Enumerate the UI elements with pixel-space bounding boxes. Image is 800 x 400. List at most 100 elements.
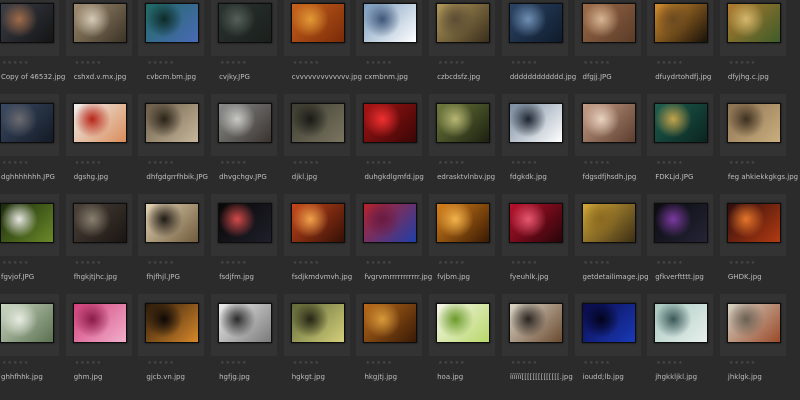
image-thumbnail[interactable] bbox=[436, 103, 491, 143]
thumbnail-tile[interactable] bbox=[356, 294, 423, 356]
rating-stars[interactable]: ★★★★★ bbox=[293, 60, 320, 66]
thumbnail-tile[interactable] bbox=[65, 294, 132, 356]
rating-stars[interactable]: ★★★★★ bbox=[438, 260, 465, 266]
thumbnail-item[interactable]: ★★★★★ hoa.jpg bbox=[429, 294, 496, 393]
rating-stars[interactable]: ★★★★★ bbox=[2, 60, 29, 66]
image-thumbnail[interactable] bbox=[218, 303, 273, 343]
thumbnail-item[interactable]: ★★★★★ djkl.jpg bbox=[283, 94, 350, 193]
thumbnail-tile[interactable] bbox=[501, 294, 568, 356]
image-thumbnail[interactable] bbox=[290, 203, 345, 243]
thumbnail-item[interactable]: ★★★★★ cvjky.JPG bbox=[211, 0, 278, 93]
thumbnail-tile[interactable] bbox=[65, 0, 132, 56]
thumbnail-tile[interactable] bbox=[283, 0, 350, 56]
thumbnail-item[interactable]: ★★★★★ fhgkjtjhc.jpg bbox=[65, 194, 132, 293]
thumbnail-tile[interactable] bbox=[283, 194, 350, 256]
rating-stars[interactable]: ★★★★★ bbox=[293, 160, 320, 166]
image-thumbnail[interactable] bbox=[290, 103, 345, 143]
image-thumbnail[interactable] bbox=[145, 3, 200, 43]
rating-stars[interactable]: ★★★★★ bbox=[147, 260, 174, 266]
rating-stars[interactable]: ★★★★★ bbox=[656, 360, 683, 366]
image-thumbnail[interactable] bbox=[581, 303, 636, 343]
rating-stars[interactable]: ★★★★★ bbox=[656, 160, 683, 166]
image-thumbnail[interactable] bbox=[363, 103, 418, 143]
thumbnail-tile[interactable] bbox=[0, 94, 59, 156]
image-thumbnail[interactable] bbox=[726, 303, 781, 343]
thumbnail-tile[interactable] bbox=[211, 0, 278, 56]
image-thumbnail[interactable] bbox=[218, 203, 273, 243]
rating-stars[interactable]: ★★★★★ bbox=[365, 160, 392, 166]
image-thumbnail[interactable] bbox=[581, 203, 636, 243]
image-thumbnail[interactable] bbox=[290, 3, 345, 43]
thumbnail-item[interactable]: ★★★★★ fsdjfm.jpg bbox=[211, 194, 278, 293]
image-thumbnail[interactable] bbox=[363, 3, 418, 43]
thumbnail-tile[interactable] bbox=[283, 294, 350, 356]
image-thumbnail[interactable] bbox=[218, 103, 273, 143]
thumbnail-item[interactable]: ★★★★★ Copy of 46532.jpg bbox=[0, 0, 65, 93]
thumbnail-tile[interactable] bbox=[211, 94, 278, 156]
thumbnail-tile[interactable] bbox=[647, 194, 714, 256]
rating-stars[interactable]: ★★★★★ bbox=[365, 360, 392, 366]
rating-stars[interactable]: ★★★★★ bbox=[293, 260, 320, 266]
rating-stars[interactable]: ★★★★★ bbox=[584, 360, 611, 366]
rating-stars[interactable]: ★★★★★ bbox=[220, 160, 247, 166]
thumbnail-tile[interactable] bbox=[574, 94, 641, 156]
rating-stars[interactable]: ★★★★★ bbox=[438, 60, 465, 66]
thumbnail-tile[interactable] bbox=[719, 0, 786, 56]
rating-stars[interactable]: ★★★★★ bbox=[438, 360, 465, 366]
thumbnail-item[interactable]: ★★★★★ cvbcm.bm.jpg bbox=[138, 0, 205, 93]
thumbnail-item[interactable]: ★★★★★ dgshg.jpg bbox=[65, 94, 132, 193]
image-thumbnail[interactable] bbox=[726, 203, 781, 243]
thumbnail-item[interactable]: ★★★★★ fvjbm.jpg bbox=[429, 194, 496, 293]
rating-stars[interactable]: ★★★★★ bbox=[147, 60, 174, 66]
rating-stars[interactable]: ★★★★★ bbox=[729, 360, 756, 366]
image-thumbnail[interactable] bbox=[145, 203, 200, 243]
thumbnail-item[interactable]: ★★★★★ ioudd;lb.jpg bbox=[574, 294, 641, 393]
thumbnail-tile[interactable] bbox=[429, 194, 496, 256]
image-thumbnail[interactable] bbox=[72, 303, 127, 343]
image-thumbnail[interactable] bbox=[654, 303, 709, 343]
thumbnail-tile[interactable] bbox=[138, 194, 205, 256]
thumbnail-tile[interactable] bbox=[0, 194, 59, 256]
rating-stars[interactable]: ★★★★★ bbox=[511, 260, 538, 266]
thumbnail-tile[interactable] bbox=[138, 94, 205, 156]
rating-stars[interactable]: ★★★★★ bbox=[438, 160, 465, 166]
rating-stars[interactable]: ★★★★★ bbox=[147, 360, 174, 366]
thumbnail-item[interactable]: ★★★★★ jhgkkljkl.jpg bbox=[647, 294, 714, 393]
thumbnail-item[interactable]: ★★★★★ fsdjkmdvmvh.jpg bbox=[283, 194, 352, 293]
thumbnail-item[interactable]: ★★★★★ hgkgt.jpg bbox=[283, 294, 350, 393]
thumbnail-item[interactable]: ★★★★★ jhklgk.jpg bbox=[719, 294, 786, 393]
image-thumbnail[interactable] bbox=[218, 3, 273, 43]
rating-stars[interactable]: ★★★★★ bbox=[584, 260, 611, 266]
thumbnail-tile[interactable] bbox=[356, 94, 423, 156]
rating-stars[interactable]: ★★★★★ bbox=[365, 60, 392, 66]
thumbnail-item[interactable]: ★★★★★ ghm.jpg bbox=[65, 294, 132, 393]
thumbnail-tile[interactable] bbox=[647, 294, 714, 356]
rating-stars[interactable]: ★★★★★ bbox=[75, 60, 102, 66]
rating-stars[interactable]: ★★★★★ bbox=[729, 160, 756, 166]
thumbnail-tile[interactable] bbox=[356, 194, 423, 256]
rating-stars[interactable]: ★★★★★ bbox=[293, 360, 320, 366]
image-thumbnail[interactable] bbox=[654, 3, 709, 43]
image-thumbnail[interactable] bbox=[145, 303, 200, 343]
image-thumbnail[interactable] bbox=[0, 203, 54, 243]
image-thumbnail[interactable] bbox=[72, 3, 127, 43]
image-thumbnail[interactable] bbox=[436, 303, 491, 343]
rating-stars[interactable]: ★★★★★ bbox=[365, 260, 392, 266]
thumbnail-item[interactable]: ★★★★★ fgvjof.JPG bbox=[0, 194, 59, 293]
thumbnail-item[interactable]: ★★★★★ dghhhhhhh.JPG bbox=[0, 94, 59, 193]
rating-stars[interactable]: ★★★★★ bbox=[584, 160, 611, 166]
rating-stars[interactable]: ★★★★★ bbox=[75, 260, 102, 266]
thumbnail-item[interactable]: ★★★★★ cshxd.v.mx.jpg bbox=[65, 0, 132, 93]
thumbnail-item[interactable]: ★★★★★ hkgjtj.jpg bbox=[356, 294, 423, 393]
rating-stars[interactable]: ★★★★★ bbox=[220, 360, 247, 366]
image-thumbnail[interactable] bbox=[290, 303, 345, 343]
thumbnail-tile[interactable] bbox=[501, 94, 568, 156]
image-thumbnail[interactable] bbox=[436, 3, 491, 43]
thumbnail-item[interactable]: ★★★★★ feg ahkiekkgkgs.jpg bbox=[719, 94, 798, 193]
image-thumbnail[interactable] bbox=[72, 103, 127, 143]
thumbnail-tile[interactable] bbox=[647, 0, 714, 56]
image-thumbnail[interactable] bbox=[145, 103, 200, 143]
rating-stars[interactable]: ★★★★★ bbox=[584, 60, 611, 66]
rating-stars[interactable]: ★★★★★ bbox=[656, 60, 683, 66]
image-thumbnail[interactable] bbox=[654, 203, 709, 243]
